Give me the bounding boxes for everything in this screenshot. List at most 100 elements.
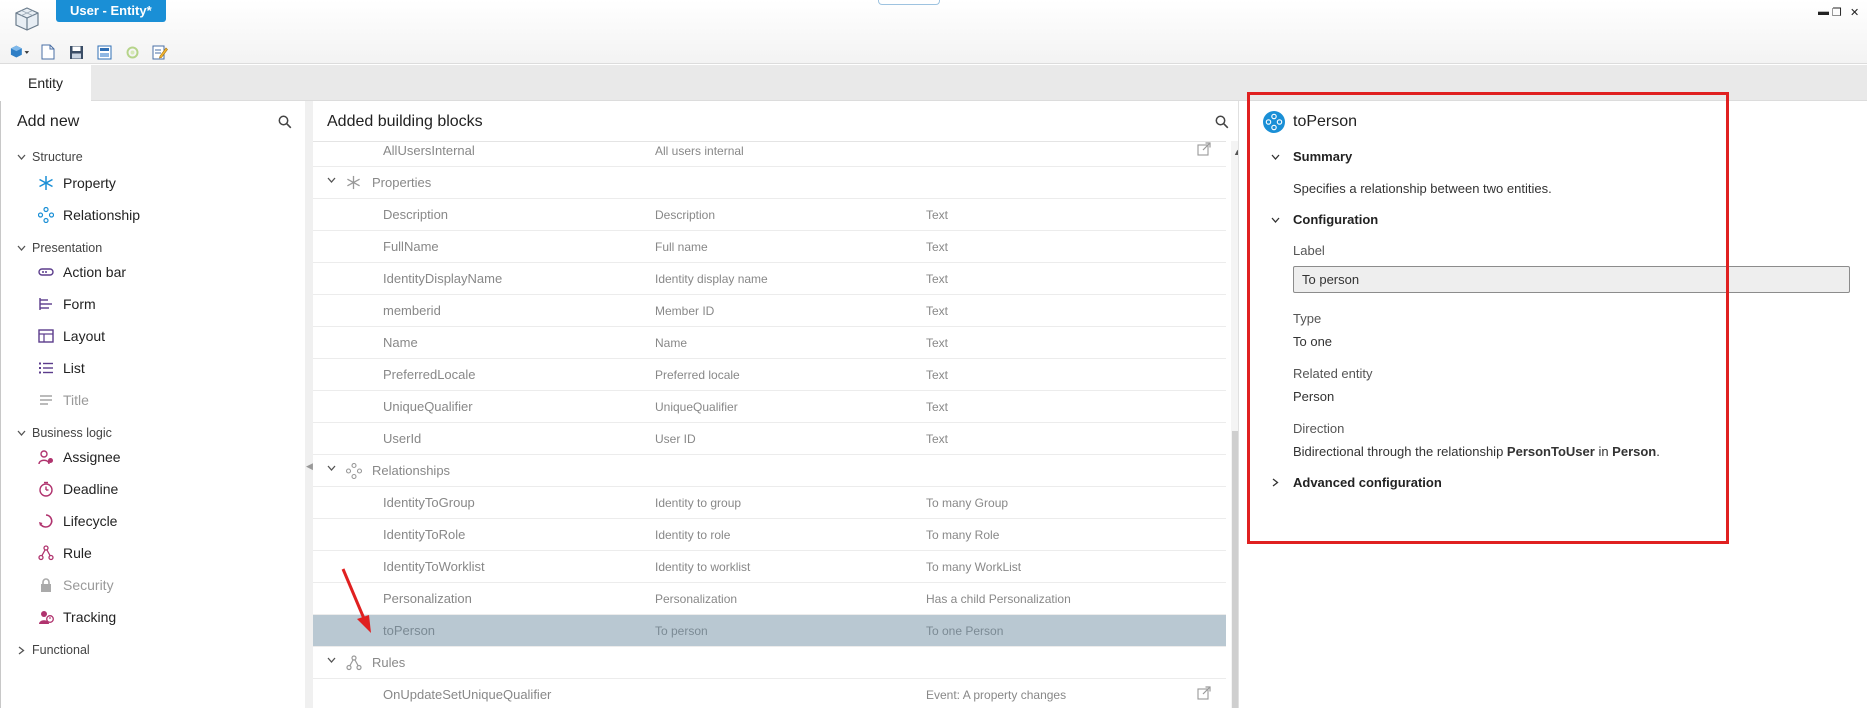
close-button[interactable]: ✕ <box>1850 6 1859 19</box>
publish-dropdown-button[interactable] <box>10 43 30 61</box>
group-label: Business logic <box>32 426 112 440</box>
add-list-item[interactable]: List <box>38 360 85 376</box>
block-label: Identity to role <box>655 528 731 542</box>
action-bar-icon <box>38 268 54 276</box>
open-external-icon[interactable] <box>1197 686 1211 700</box>
building-blocks-panel: Added building blocks AllUsersInternal A… <box>313 101 1245 708</box>
block-type: Text <box>926 304 949 318</box>
annotation-arrow-icon <box>341 568 371 633</box>
tracking-icon <box>39 611 54 624</box>
type-caption: Type <box>1293 311 1322 326</box>
item-label: List <box>63 360 85 376</box>
deadline-icon <box>39 481 53 497</box>
block-row-name[interactable]: Name Name Text <box>313 327 1226 359</box>
block-label: To person <box>655 624 708 638</box>
direction-entity-link[interactable]: Person <box>1612 444 1656 459</box>
block-name: IdentityToRole <box>383 527 466 542</box>
block-name: UniqueQualifier <box>383 399 473 414</box>
block-type: To many WorkList <box>926 560 1022 574</box>
advanced-configuration-header[interactable]: Advanced configuration <box>1271 475 1442 490</box>
group-business-logic[interactable]: Business logic <box>17 426 112 440</box>
section-relationships[interactable]: Relationships <box>313 455 1226 487</box>
direction-relationship-link[interactable]: PersonToUser <box>1507 444 1595 459</box>
add-deadline-item[interactable]: Deadline <box>38 481 118 497</box>
save-icon <box>69 45 83 59</box>
collapse-left-icon[interactable]: ◀ <box>306 461 313 472</box>
label-caption: Label <box>1293 243 1325 258</box>
add-action-bar-item[interactable]: Action bar <box>38 264 126 280</box>
block-type: To many Role <box>926 528 1000 542</box>
relationship-icon <box>346 463 362 479</box>
block-row-identity-to-role[interactable]: IdentityToRole Identity to role To many … <box>313 519 1226 551</box>
open-external-icon[interactable] <box>1197 142 1211 156</box>
block-row-identity-to-group[interactable]: IdentityToGroup Identity to group To man… <box>313 487 1226 519</box>
add-relationship-item[interactable]: Relationship <box>38 207 140 223</box>
panel-splitter[interactable]: ◀ <box>305 101 313 708</box>
tab-entity[interactable]: Entity <box>0 65 91 101</box>
type-value: To one <box>1293 334 1333 349</box>
document-tab[interactable]: User - Entity* <box>56 0 166 22</box>
chevron-down-icon <box>1271 154 1280 160</box>
section-rules[interactable]: Rules <box>313 647 1226 679</box>
new-document-button[interactable] <box>38 43 58 61</box>
group-label: Functional <box>32 643 90 657</box>
block-name: Personalization <box>383 591 472 606</box>
refresh-button[interactable] <box>122 43 142 61</box>
block-row-identity-display-name[interactable]: IdentityDisplayName Identity display nam… <box>313 263 1226 295</box>
add-property-item[interactable]: Property <box>38 175 116 191</box>
chevron-right-icon <box>1272 478 1279 487</box>
add-rule-item[interactable]: Rule <box>38 545 92 561</box>
item-label: Security <box>63 577 114 593</box>
block-row-to-person[interactable]: toPerson To person To one Person <box>313 615 1226 647</box>
add-layout-item[interactable]: Layout <box>38 328 105 344</box>
add-form-item[interactable]: Form <box>38 296 96 312</box>
block-type: Text <box>926 208 949 222</box>
block-row-memberid[interactable]: memberid Member ID Text <box>313 295 1226 327</box>
block-row-identity-to-worklist[interactable]: IdentityToWorklist Identity to worklist … <box>313 551 1226 583</box>
section-label: Properties <box>372 175 432 190</box>
block-row-description[interactable]: Description Description Text <box>313 199 1226 231</box>
block-row-personalization[interactable]: Personalization Personalization Has a ch… <box>313 583 1226 615</box>
block-name: UserId <box>383 431 422 446</box>
save-button[interactable] <box>66 43 86 61</box>
app-logo-icon <box>15 7 39 31</box>
block-type: Text <box>926 400 949 414</box>
chevron-down-icon <box>1271 217 1280 223</box>
block-label: Identity display name <box>655 272 768 286</box>
summary-section-header[interactable]: Summary <box>1271 149 1352 164</box>
chevron-down-icon <box>17 430 26 436</box>
block-row-on-update-set-unique-qualifier[interactable]: OnUpdateSetUniqueQualifier Event: A prop… <box>313 679 1226 708</box>
selected-block-title: toPerson <box>1293 113 1358 130</box>
rule-icon <box>38 545 54 561</box>
search-icon[interactable] <box>278 115 292 129</box>
add-lifecycle-item[interactable]: Lifecycle <box>38 513 117 529</box>
new-document-icon <box>41 44 55 60</box>
minimize-button[interactable]: ▬ <box>1818 6 1829 18</box>
form-icon <box>39 298 52 310</box>
group-functional[interactable]: Functional <box>17 643 90 657</box>
add-assignee-item[interactable]: Assignee <box>38 449 121 465</box>
block-row-fullname[interactable]: FullName Full name Text <box>313 231 1226 263</box>
add-security-item: Security <box>38 577 114 593</box>
block-row-preferred-locale[interactable]: PreferredLocale Preferred locale Text <box>313 359 1226 391</box>
block-row-all-users-internal[interactable]: AllUsersInternal All users internal <box>313 142 1226 167</box>
block-label: UniqueQualifier <box>655 400 738 414</box>
collapse-handle[interactable] <box>878 0 940 5</box>
configuration-section-header[interactable]: Configuration <box>1271 212 1378 227</box>
label-input[interactable] <box>1293 266 1850 293</box>
search-icon[interactable] <box>1215 115 1229 129</box>
restore-button[interactable]: ❐ <box>1832 6 1842 19</box>
block-row-unique-qualifier[interactable]: UniqueQualifier UniqueQualifier Text <box>313 391 1226 423</box>
block-label: Identity to worklist <box>655 560 751 574</box>
group-presentation[interactable]: Presentation <box>17 241 102 255</box>
block-name: Name <box>383 335 418 350</box>
section-properties[interactable]: Properties <box>313 167 1226 199</box>
chevron-down-icon <box>17 154 26 160</box>
block-name: IdentityDisplayName <box>383 271 503 286</box>
edit-button[interactable] <box>150 43 170 61</box>
save-all-button[interactable] <box>94 43 114 61</box>
group-structure[interactable]: Structure <box>17 150 83 164</box>
block-row-userid[interactable]: UserId User ID Text <box>313 423 1226 455</box>
edit-icon <box>152 45 168 60</box>
add-tracking-item[interactable]: Tracking <box>38 609 116 625</box>
